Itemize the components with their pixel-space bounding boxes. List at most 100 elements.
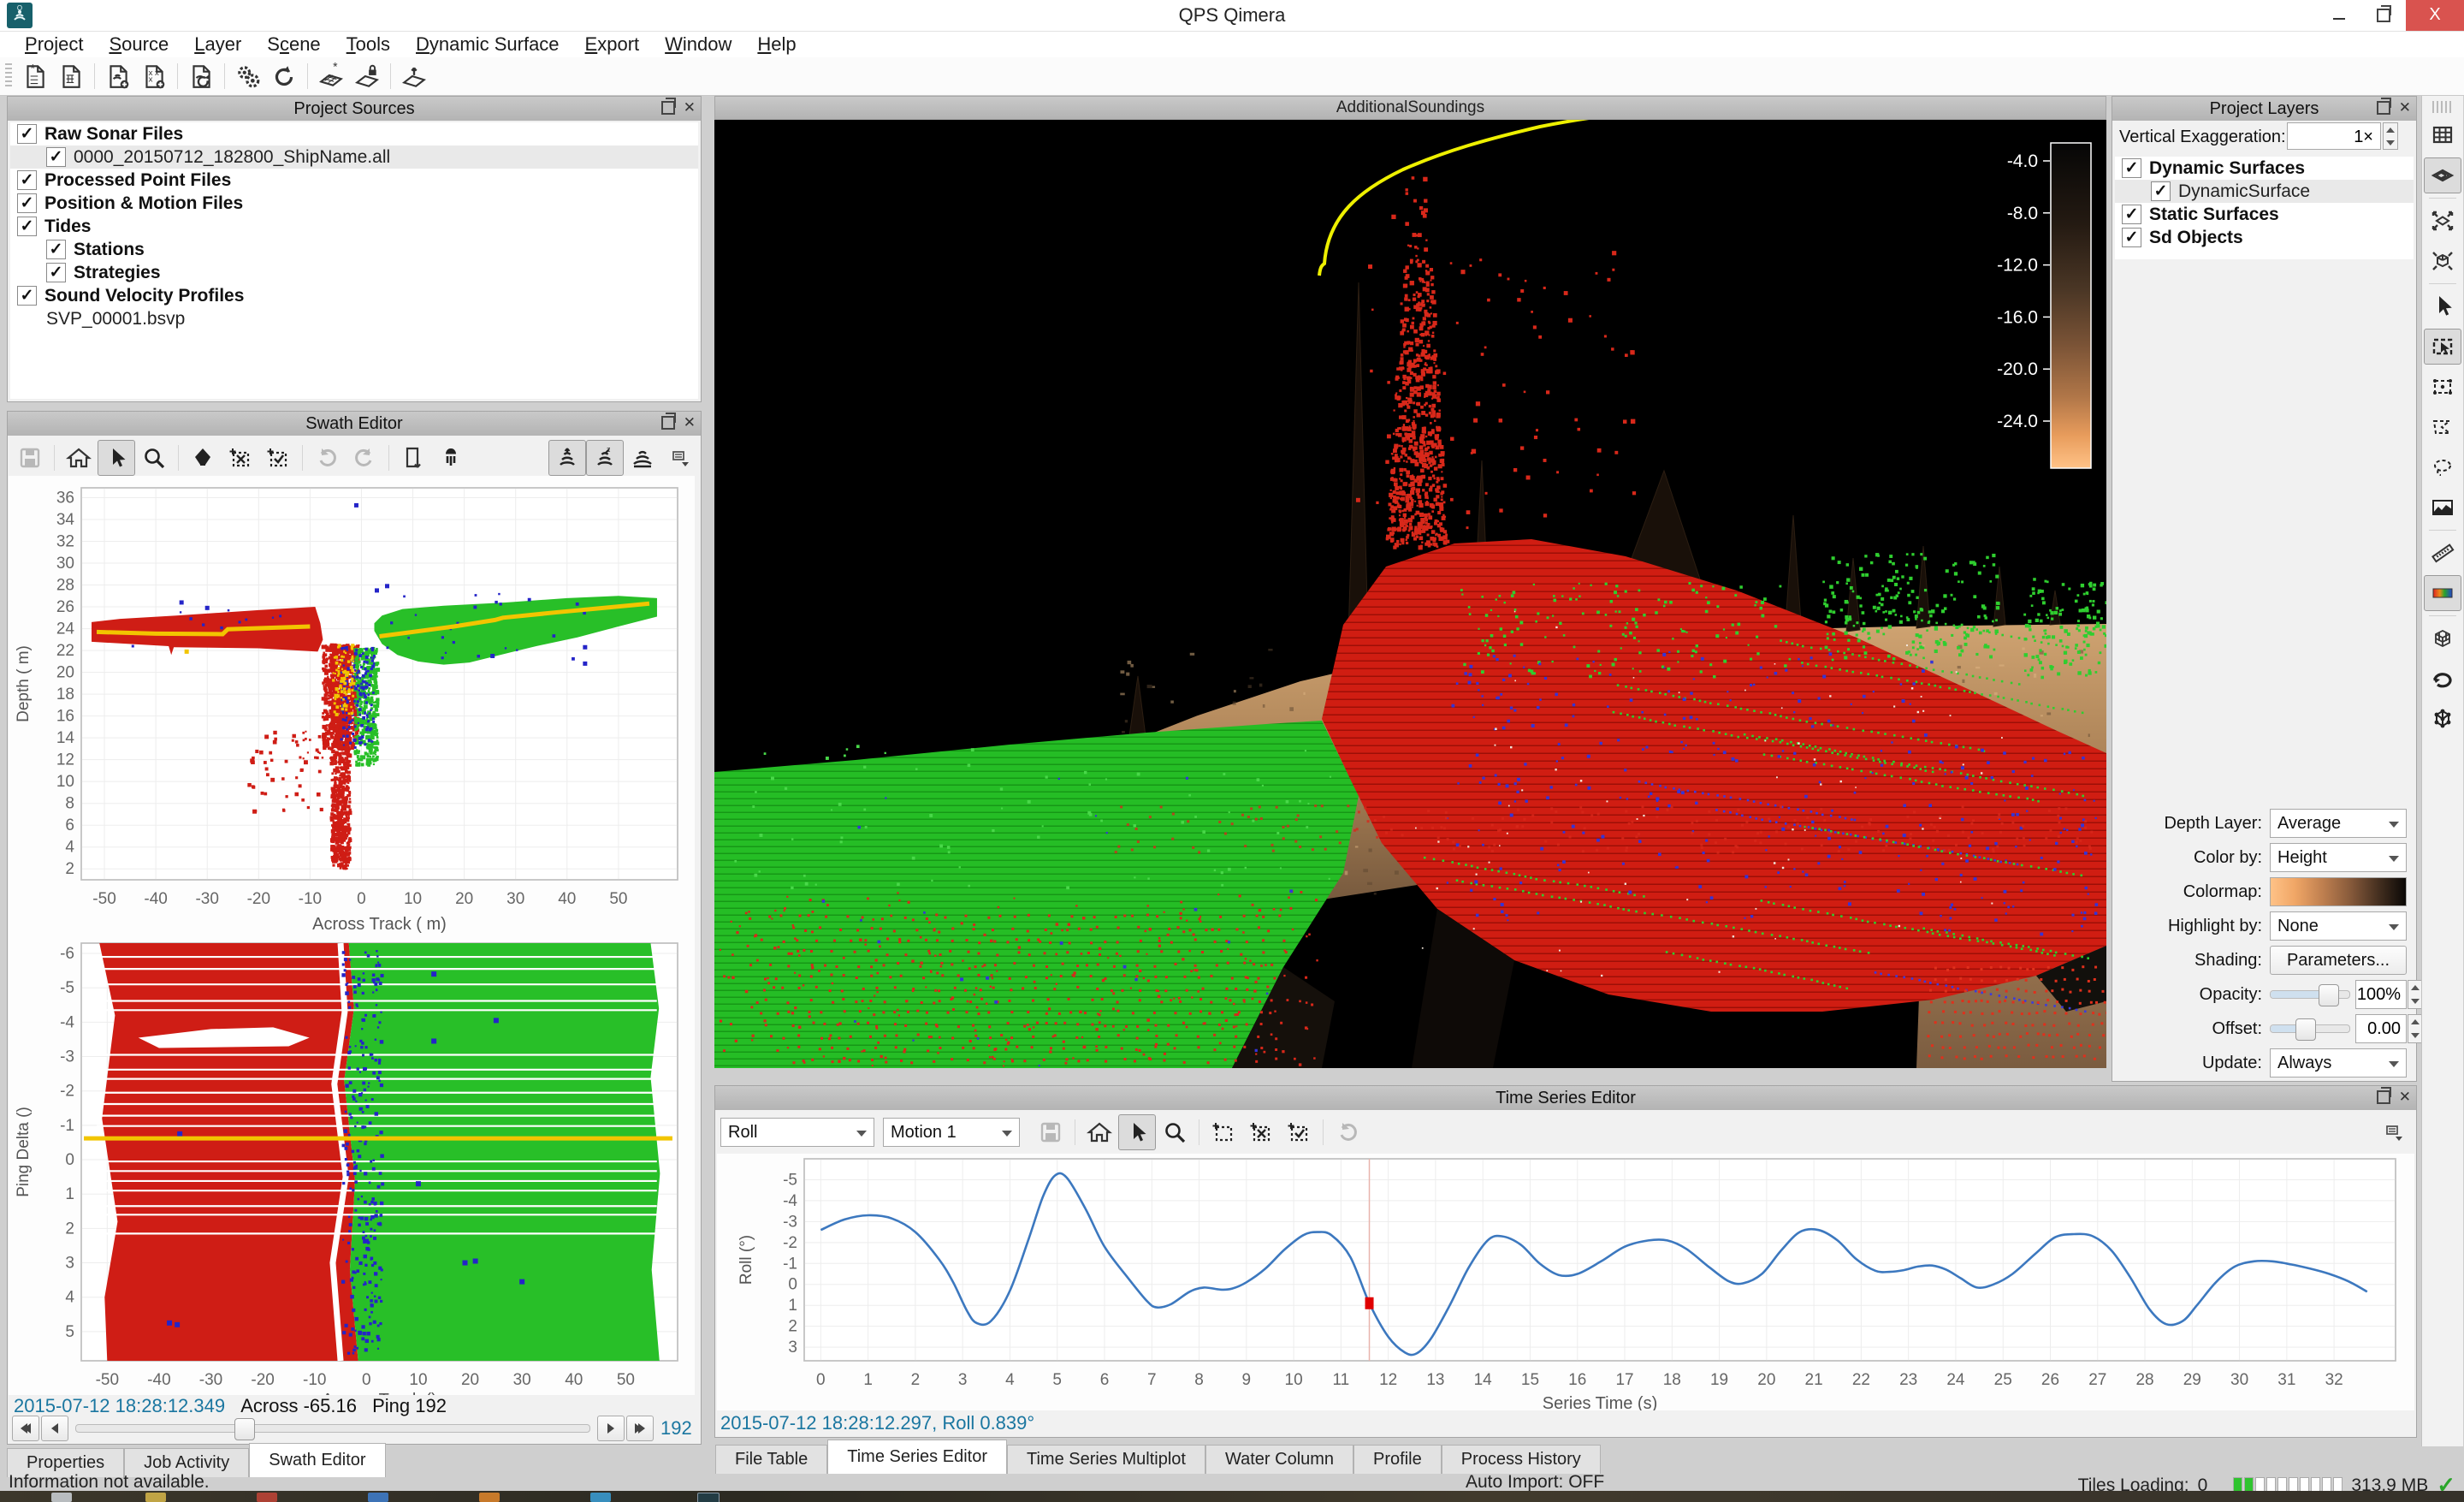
tree-item-raw-sonar-files[interactable]: ✓Raw Sonar Files [10, 122, 698, 145]
checkbox[interactable]: ✓ [46, 147, 66, 167]
tab-profile[interactable]: Profile [1353, 1445, 1442, 1474]
reject-selection-icon[interactable] [222, 440, 259, 476]
surface-pick-icon[interactable] [396, 60, 432, 92]
menu-help[interactable]: Help [744, 33, 808, 56]
ping-slider[interactable] [75, 1424, 590, 1433]
colormap-select[interactable] [2270, 877, 2407, 906]
grid-3d-icon[interactable] [2424, 620, 2461, 656]
tab-file-table[interactable]: File Table [715, 1445, 827, 1474]
roll-time-series-chart[interactable]: 0123456789101112131415161718192021222324… [717, 1154, 2414, 1410]
menu-more-icon[interactable] [661, 440, 699, 476]
checkbox[interactable]: ✓ [46, 263, 66, 282]
profile-tool-icon[interactable] [2424, 490, 2461, 525]
first-ping-button[interactable] [12, 1416, 39, 1441]
select-rectangle-cursor-icon[interactable] [2424, 329, 2461, 365]
project-sources-header[interactable]: Project Sources ✕ [8, 97, 701, 121]
previous-ping-button[interactable] [41, 1416, 68, 1441]
zoom-icon[interactable] [135, 440, 173, 476]
tab-time-series-editor[interactable]: Time Series Editor [827, 1440, 1007, 1474]
tree-item-tides[interactable]: ✓Tides [10, 215, 698, 238]
zoom-icon[interactable] [1156, 1114, 1194, 1150]
swath-ping-plot[interactable]: -50-40-30-20-1001020304050543210-1-2-3-4… [9, 933, 695, 1395]
close-panel-icon[interactable]: ✕ [2399, 1092, 2411, 1102]
add-point-files-icon[interactable]: x xx [136, 60, 172, 92]
accept-selection-icon[interactable] [1280, 1114, 1318, 1150]
tree-item-position-motion-files[interactable]: ✓Position & Motion Files [10, 192, 698, 215]
slider-value[interactable]: 100% [2355, 980, 2407, 1009]
cursor-icon[interactable] [98, 440, 135, 476]
reload-source-icon[interactable] [183, 60, 219, 92]
grid-view-icon[interactable] [2424, 117, 2461, 153]
lasso-select-icon[interactable] [2424, 449, 2461, 485]
last-ping-button[interactable] [626, 1416, 654, 1441]
undo-icon[interactable] [308, 440, 346, 476]
cube-vertices-icon[interactable] [2424, 701, 2461, 737]
accept-selection-icon[interactable] [259, 440, 297, 476]
add-raw-sonar-icon[interactable] [100, 60, 136, 92]
swath-forward-view-icon[interactable] [548, 440, 586, 476]
slider-opacity[interactable] [2270, 990, 2350, 999]
close-panel-icon[interactable]: ✕ [684, 103, 696, 113]
menu-dynamic-surface[interactable]: Dynamic Surface [403, 33, 572, 56]
menu-layer[interactable]: Layer [181, 33, 254, 56]
zoom-grid-extents-icon[interactable] [2424, 203, 2461, 239]
next-ping-button[interactable] [597, 1416, 625, 1441]
tree-item-svp-00001-bsvp[interactable]: SVP_00001.bsvp [10, 307, 698, 330]
flat-surface-icon[interactable] [2424, 157, 2461, 193]
marquee-select-icon[interactable] [2424, 369, 2461, 405]
checkbox[interactable]: ✓ [17, 193, 37, 213]
slider-value[interactable]: 0.00 [2355, 1014, 2407, 1043]
rotate-view-icon[interactable] [2424, 661, 2461, 697]
close-panel-icon[interactable]: ✕ [684, 418, 696, 428]
slider-handle[interactable] [2295, 1018, 2316, 1041]
menu-project[interactable]: Project [12, 33, 96, 56]
polygon-select-icon[interactable] [2424, 409, 2461, 445]
motion-select[interactable]: Motion 1 [883, 1118, 1020, 1147]
restore-button[interactable] [2361, 0, 2406, 31]
parameters-button[interactable]: Parameters... [2270, 946, 2407, 975]
zoom-cube-extents-icon[interactable] [2424, 243, 2461, 279]
select-height[interactable]: Height [2270, 843, 2407, 872]
redo-icon[interactable] [346, 440, 383, 476]
tab-water-column[interactable]: Water Column [1205, 1445, 1353, 1474]
close-button[interactable]: X [2406, 0, 2464, 31]
select-none[interactable]: None [2270, 911, 2407, 941]
save-icon[interactable] [1032, 1114, 1069, 1150]
checkbox[interactable]: ✓ [17, 286, 37, 306]
tab-process-history[interactable]: Process History [1442, 1445, 1601, 1474]
float-panel-icon[interactable] [2377, 101, 2390, 115]
export-page-icon[interactable] [394, 440, 432, 476]
beam-filter-icon[interactable] [432, 440, 470, 476]
ping-slider-handle[interactable] [234, 1418, 255, 1440]
select-always[interactable]: Always [2270, 1048, 2407, 1078]
tree-item-0000-20150712-182800-shipname-all[interactable]: ✓0000_20150712_182800_ShipName.all [10, 145, 698, 169]
refresh-icon[interactable] [266, 60, 302, 92]
menu-tools[interactable]: Tools [334, 33, 403, 56]
checkbox[interactable]: ✓ [17, 124, 37, 144]
float-panel-icon[interactable] [2377, 1090, 2390, 1104]
open-project-icon[interactable] [53, 60, 89, 92]
float-panel-icon[interactable] [661, 416, 675, 430]
channel-select[interactable]: Roll [720, 1118, 874, 1147]
float-panel-icon[interactable] [661, 101, 675, 115]
checkbox[interactable]: ✓ [46, 240, 66, 259]
checkbox[interactable]: ✓ [2122, 158, 2141, 178]
tree-item-static-surfaces[interactable]: ✓Static Surfaces [2115, 203, 2414, 226]
pointer-icon[interactable] [2424, 288, 2461, 324]
surface-lock-icon[interactable] [349, 60, 385, 92]
home-icon[interactable] [1081, 1114, 1118, 1150]
checkbox[interactable]: ✓ [17, 170, 37, 190]
swath-editor-header[interactable]: Swath Editor ✕ [8, 412, 701, 436]
swath-fan-view-icon[interactable] [624, 440, 661, 476]
swath-depth-plot[interactable]: -50-40-30-20-100102030405024681012141618… [9, 476, 695, 933]
checkbox[interactable]: ✓ [17, 217, 37, 236]
menu-source[interactable]: Source [96, 33, 181, 56]
vertical-exaggeration-spinner[interactable] [2383, 122, 2398, 150]
close-panel-icon[interactable]: ✕ [2399, 103, 2411, 113]
reject-selection-icon[interactable] [1242, 1114, 1280, 1150]
tree-item-stations[interactable]: ✓Stations [10, 238, 698, 261]
checkbox[interactable]: ✓ [2122, 228, 2141, 247]
vertical-exaggeration-input[interactable]: 1× [2287, 122, 2381, 150]
add-selection-icon[interactable] [1205, 1114, 1242, 1150]
tab-swath-editor[interactable]: Swath Editor [249, 1443, 385, 1477]
